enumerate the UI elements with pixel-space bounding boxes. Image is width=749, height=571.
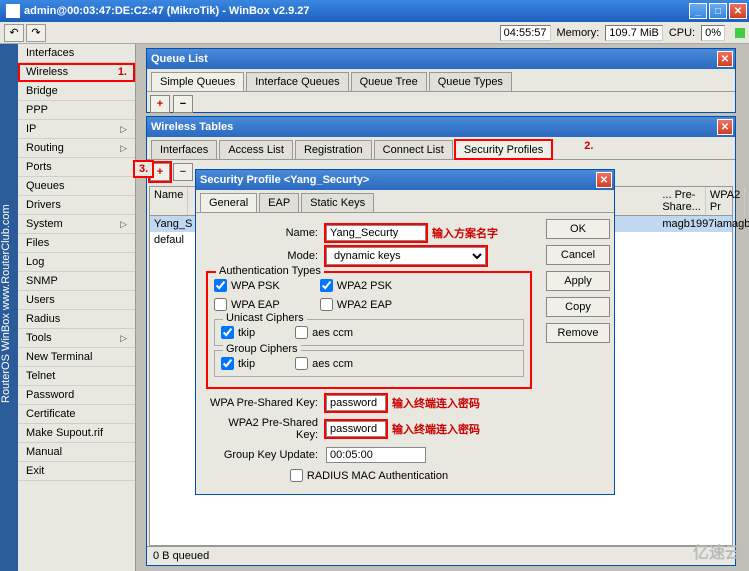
close-button[interactable]: ✕ xyxy=(729,3,747,19)
sidebar-item-telnet[interactable]: Telnet xyxy=(18,367,135,386)
sidebar-item-ppp[interactable]: PPP xyxy=(18,101,135,120)
cpu-label: CPU: xyxy=(669,27,695,39)
tab-general[interactable]: General xyxy=(200,193,257,212)
minimize-button[interactable]: _ xyxy=(689,3,707,19)
main-titlebar: admin@00:03:47:DE:C2:47 (MikroTik) - Win… xyxy=(0,0,749,22)
wpa-key-label: WPA Pre-Shared Key: xyxy=(206,397,326,409)
wpa2-key-input[interactable] xyxy=(326,421,386,437)
apply-button[interactable]: Apply xyxy=(546,271,610,291)
tab-connect-list[interactable]: Connect List xyxy=(374,140,453,159)
sidebar-item-log[interactable]: Log xyxy=(18,253,135,272)
tab-simple-queues[interactable]: Simple Queues xyxy=(151,72,244,91)
main-toolbar: ↶ ↷ 04:55:57 Memory: 109.7 MiB CPU: 0% xyxy=(0,22,749,44)
profile-add-button[interactable]: + xyxy=(150,163,170,181)
queue-close-icon[interactable]: ✕ xyxy=(717,51,733,67)
wpa2-key-label: WPA2 Pre-Shared Key: xyxy=(206,417,326,441)
memory-value: 109.7 MiB xyxy=(605,25,663,41)
side-branding: RouterOS WinBox www.RouterClub.com xyxy=(0,44,18,571)
wtables-title: Wireless Tables xyxy=(151,121,233,133)
sidebar-item-routing[interactable]: Routing▷ xyxy=(18,139,135,158)
wpa-key-input[interactable] xyxy=(326,395,386,411)
sidebar-item-manual[interactable]: Manual xyxy=(18,443,135,462)
sidebar-item-bridge[interactable]: Bridge xyxy=(18,82,135,101)
sidebar-item-exit[interactable]: Exit xyxy=(18,462,135,481)
col-preshare[interactable]: ... Pre-Share... xyxy=(658,187,706,215)
remove-button[interactable]: Remove xyxy=(546,323,610,343)
uni-tkip-check[interactable] xyxy=(221,326,234,339)
mode-select[interactable]: dynamic keys xyxy=(326,247,486,265)
watermark: 亿速云 xyxy=(693,539,741,563)
sidebar-item-queues[interactable]: Queues xyxy=(18,177,135,196)
sidebar-item-system[interactable]: System▷ xyxy=(18,215,135,234)
uni-aes-check[interactable] xyxy=(295,326,308,339)
copy-button[interactable]: Copy xyxy=(546,297,610,317)
memory-label: Memory: xyxy=(557,27,600,39)
undo-button[interactable]: ↶ xyxy=(4,24,24,42)
tab-queue-types[interactable]: Queue Types xyxy=(429,72,512,91)
mode-label: Mode: xyxy=(206,250,326,262)
profile-remove-button[interactable]: − xyxy=(173,163,193,181)
sidebar-item-users[interactable]: Users xyxy=(18,291,135,310)
sidebar-item-tools[interactable]: Tools▷ xyxy=(18,329,135,348)
maximize-button[interactable]: □ xyxy=(709,3,727,19)
dlg-close-icon[interactable]: ✕ xyxy=(596,172,612,188)
sidebar-item-radius[interactable]: Radius xyxy=(18,310,135,329)
wtables-footer: 0 B queued xyxy=(147,546,735,565)
queue-title: Queue List xyxy=(151,53,208,65)
name-input[interactable] xyxy=(326,225,426,241)
sidebar-item-interfaces[interactable]: Interfaces xyxy=(18,44,135,63)
app-icon xyxy=(6,4,20,18)
cancel-button[interactable]: Cancel xyxy=(546,245,610,265)
wpa2-psk-check[interactable] xyxy=(320,279,333,292)
tab-access-list[interactable]: Access List xyxy=(219,140,293,159)
gku-input[interactable] xyxy=(326,447,426,463)
name-label: Name: xyxy=(206,227,326,239)
col-wpa2[interactable]: WPA2 Pr xyxy=(706,187,745,215)
sidebar-item-ports[interactable]: Ports xyxy=(18,158,135,177)
cpu-value: 0% xyxy=(701,25,725,41)
ok-button[interactable]: OK xyxy=(546,219,610,239)
dlg-title: Security Profile <Yang_Securty> xyxy=(200,174,369,186)
sidebar-item-ip[interactable]: IP▷ xyxy=(18,120,135,139)
queue-add-button[interactable]: + xyxy=(150,95,170,113)
wtables-close-icon[interactable]: ✕ xyxy=(717,119,733,135)
gku-label: Group Key Update: xyxy=(206,449,326,461)
title-text: admin@00:03:47:DE:C2:47 (MikroTik) - Win… xyxy=(24,5,310,17)
tab-static-keys[interactable]: Static Keys xyxy=(301,193,374,212)
grp-tkip-check[interactable] xyxy=(221,357,234,370)
redo-button[interactable]: ↷ xyxy=(26,24,46,42)
grp-aes-check[interactable] xyxy=(295,357,308,370)
sidebar-item-password[interactable]: Password xyxy=(18,386,135,405)
sidebar-item-snmp[interactable]: SNMP xyxy=(18,272,135,291)
queue-list-window: Queue List ✕ Simple Queues Interface Queu… xyxy=(146,48,736,113)
tab-interface-queues[interactable]: Interface Queues xyxy=(246,72,348,91)
col-name[interactable]: Name xyxy=(150,187,188,215)
sidebar-item-certificate[interactable]: Certificate xyxy=(18,405,135,424)
wpa-eap-check[interactable] xyxy=(214,298,227,311)
status-led xyxy=(735,28,745,38)
tab-queue-tree[interactable]: Queue Tree xyxy=(351,72,427,91)
wpa-psk-check[interactable] xyxy=(214,279,227,292)
auth-types-group: Authentication Types WPA PSK WPA2 PSK WP… xyxy=(206,271,532,389)
tab-interfaces[interactable]: Interfaces xyxy=(151,140,217,159)
sidebar-item-drivers[interactable]: Drivers xyxy=(18,196,135,215)
tab-security-profiles[interactable]: Security Profiles xyxy=(455,140,552,159)
sidebar-item-new-terminal[interactable]: New Terminal xyxy=(18,348,135,367)
tab-eap[interactable]: EAP xyxy=(259,193,299,212)
sidebar-item-wireless[interactable]: Wireless1. xyxy=(18,63,135,82)
sidebar-item-files[interactable]: Files xyxy=(18,234,135,253)
sidebar-item-make-supout[interactable]: Make Supout.rif xyxy=(18,424,135,443)
tab-registration[interactable]: Registration xyxy=(295,140,372,159)
queue-remove-button[interactable]: − xyxy=(173,95,193,113)
radius-check[interactable] xyxy=(290,469,303,482)
time-display: 04:55:57 xyxy=(500,25,551,41)
wpa2-eap-check[interactable] xyxy=(320,298,333,311)
security-profile-dialog: Security Profile <Yang_Securty> ✕ General… xyxy=(195,169,615,495)
sidebar: Interfaces Wireless1. Bridge PPP IP▷ Rou… xyxy=(18,44,136,571)
